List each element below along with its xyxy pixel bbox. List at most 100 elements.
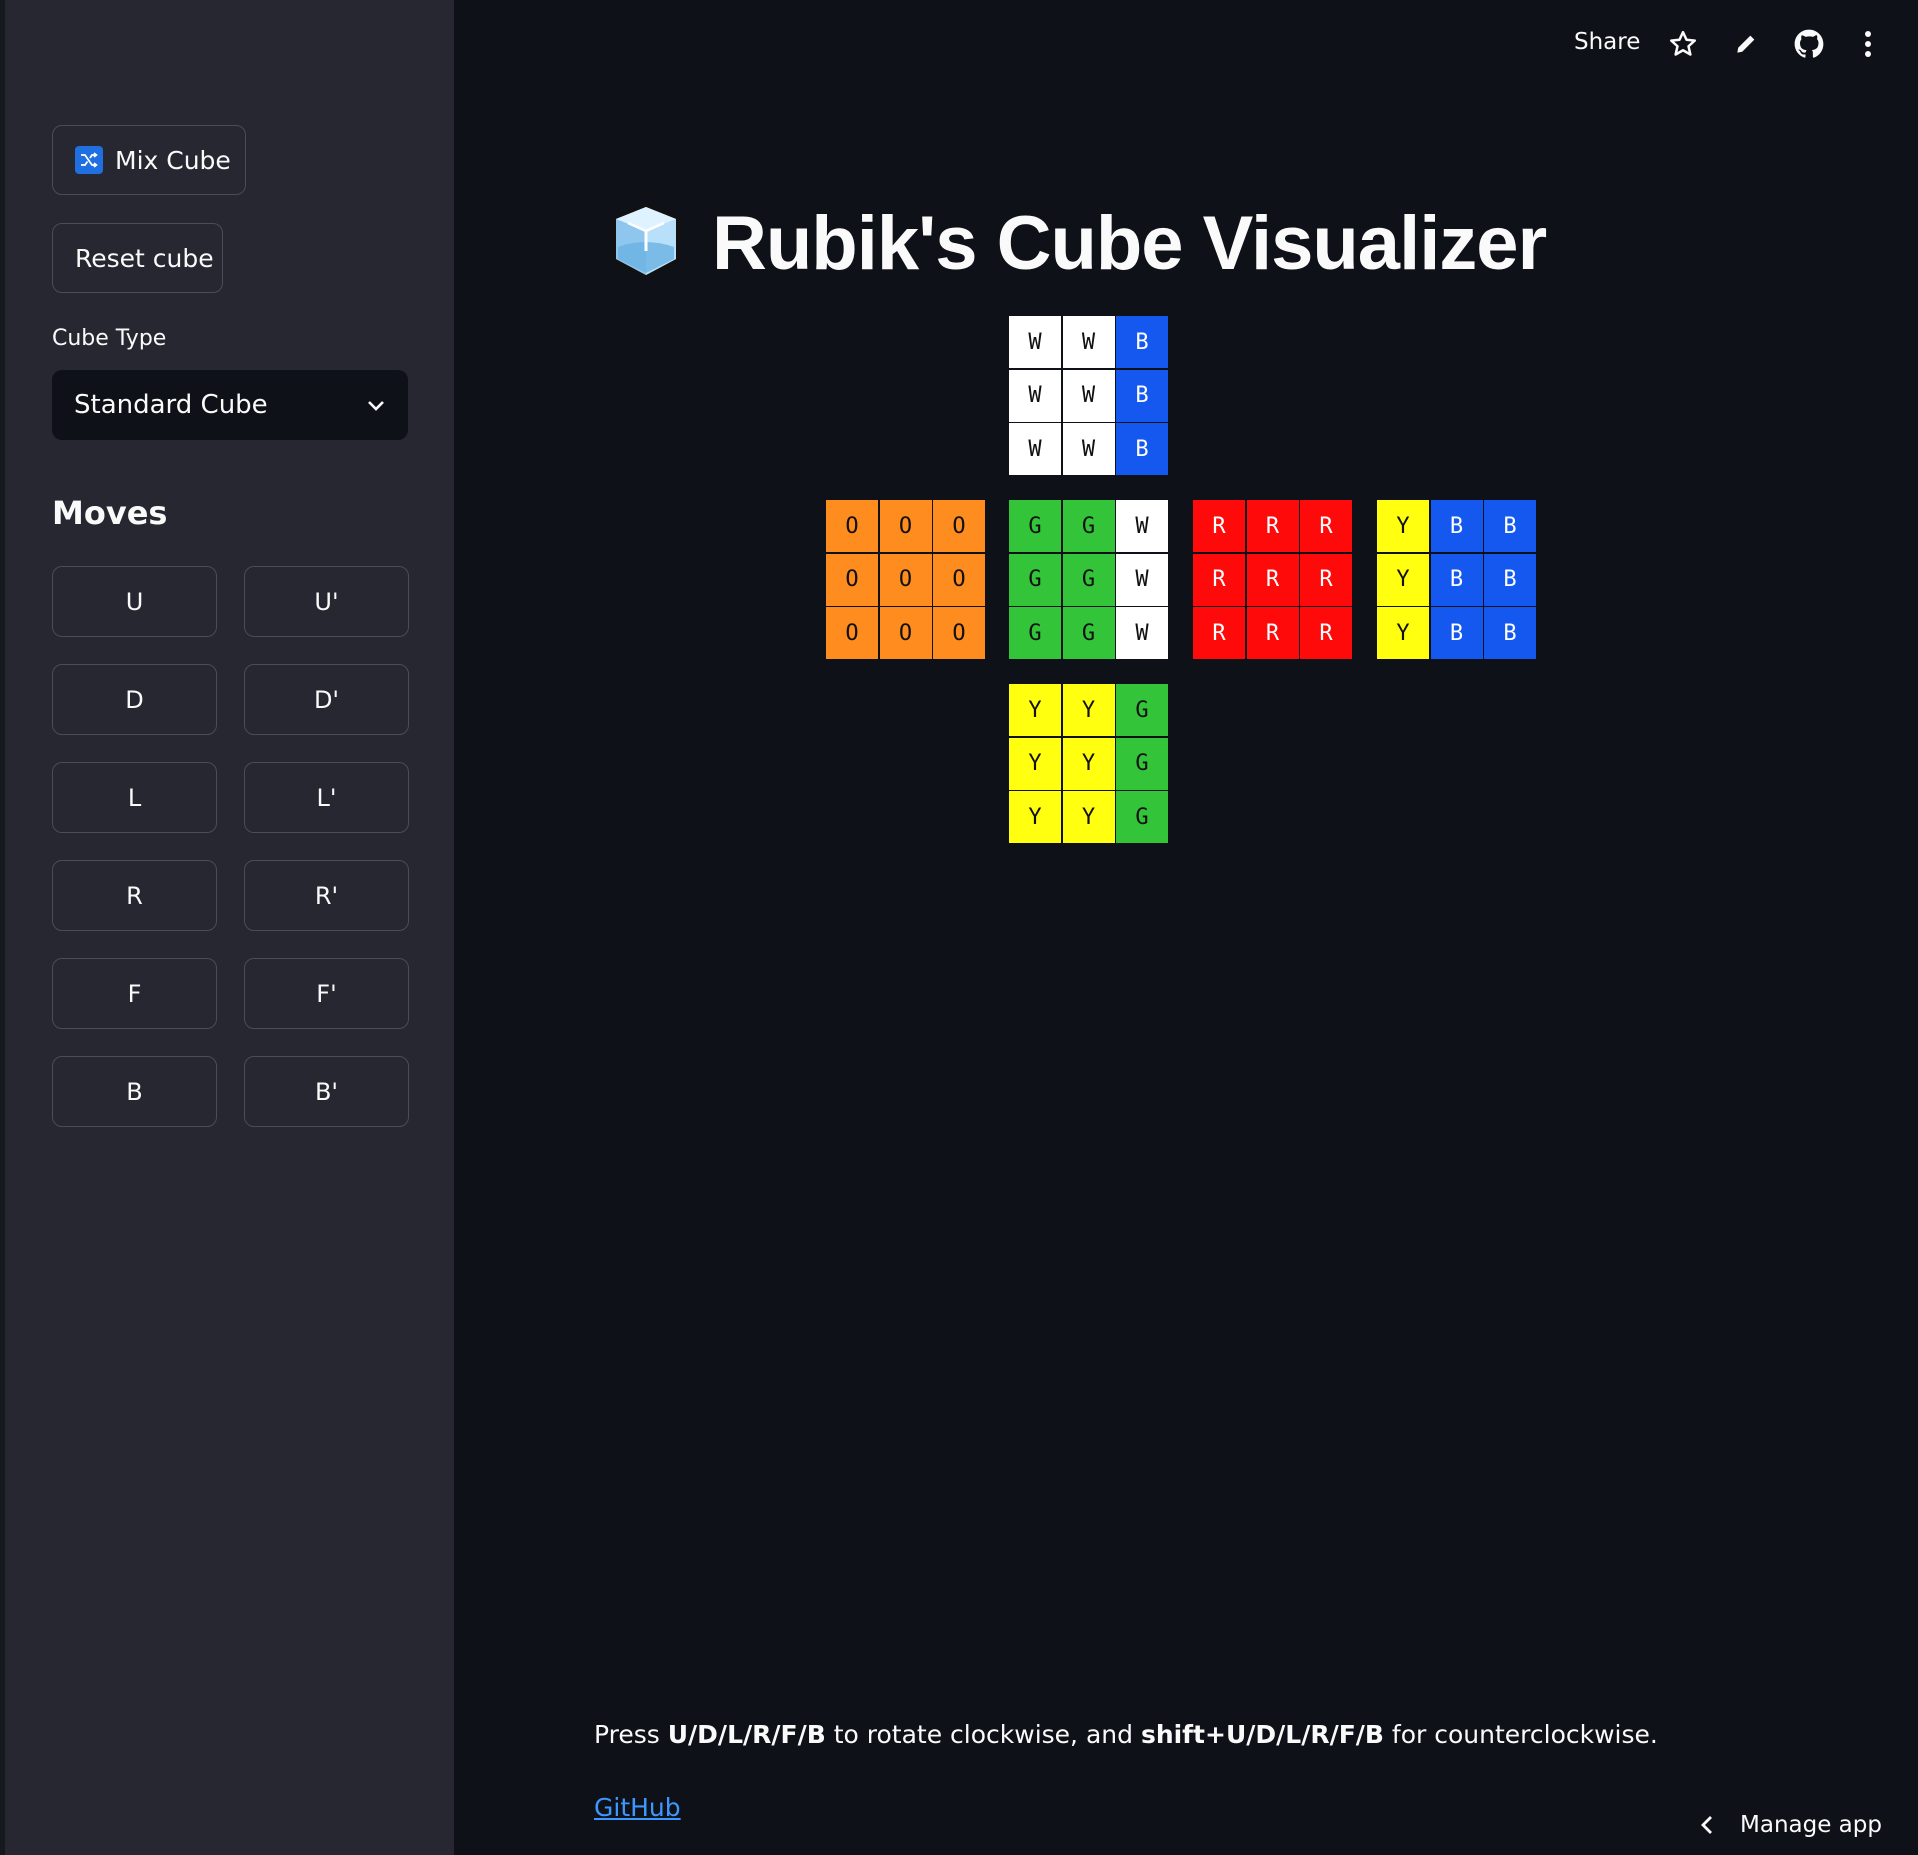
move-label: R: [126, 881, 143, 910]
chevron-down-icon: [366, 390, 386, 420]
instructions-keys-clockwise: U/D/L/R/F/B: [667, 1720, 826, 1749]
github-icon[interactable]: [1793, 28, 1825, 60]
cube-sticker: R: [1300, 553, 1352, 606]
cube-face-top: WWBWWBWWB: [1009, 316, 1168, 475]
app-root: Mix Cube Reset cube Cube Type Standard C…: [0, 0, 1918, 1855]
cube-sticker: Y: [1377, 553, 1429, 606]
instructions-keys-counterclockwise: shift+U/D/L/R/F/B: [1140, 1720, 1384, 1749]
cube-sticker: R: [1300, 500, 1352, 552]
reset-cube-label: Reset cube: [75, 243, 214, 273]
cube-sticker: G: [1062, 607, 1115, 659]
cube-sticker: B: [1116, 316, 1168, 368]
move-button-l[interactable]: L: [52, 762, 217, 833]
move-button-l-prime[interactable]: L': [244, 762, 409, 833]
move-button-u[interactable]: U: [52, 566, 217, 637]
move-button-b[interactable]: B: [52, 1056, 217, 1127]
cube-sticker: G: [1116, 684, 1168, 736]
cube-sticker: B: [1484, 607, 1536, 659]
instructions-part: Press: [594, 1720, 668, 1749]
cube-sticker: R: [1246, 607, 1299, 659]
move-button-r-prime[interactable]: R': [244, 860, 409, 931]
move-button-u-prime[interactable]: U': [244, 566, 409, 637]
cube-sticker: Y: [1009, 684, 1061, 736]
pencil-icon[interactable]: [1730, 28, 1762, 60]
cube-sticker: Y: [1009, 737, 1061, 790]
cube-sticker: Y: [1062, 684, 1115, 736]
cube-sticker: Y: [1377, 500, 1429, 552]
cube-sticker: W: [1062, 423, 1115, 475]
cube-sticker: O: [933, 500, 985, 552]
cube-sticker: W: [1116, 607, 1168, 659]
cube-face-bottom: YYGYYGYYG: [1009, 684, 1168, 843]
star-icon[interactable]: [1667, 28, 1699, 60]
move-label: L: [127, 783, 142, 812]
cube-sticker: W: [1062, 369, 1115, 422]
cube-sticker: R: [1193, 500, 1245, 552]
cube-sticker: W: [1116, 553, 1168, 606]
manage-app-button[interactable]: Manage app: [1700, 1812, 1882, 1838]
instructions-part: to rotate clockwise, and: [825, 1720, 1141, 1749]
cube-sticker: R: [1246, 500, 1299, 552]
move-label: D': [313, 685, 340, 714]
cube-sticker: G: [1116, 737, 1168, 790]
share-button[interactable]: Share: [1574, 29, 1640, 55]
move-button-d-prime[interactable]: D': [244, 664, 409, 735]
cube-sticker: B: [1116, 423, 1168, 475]
move-label: U: [125, 587, 144, 616]
moves-heading: Moves: [52, 494, 168, 532]
shuffle-icon: [75, 146, 103, 174]
move-label: R': [314, 881, 339, 910]
cube-sticker: B: [1484, 553, 1536, 606]
cube-sticker: G: [1062, 553, 1115, 606]
cube-sticker: G: [1116, 791, 1168, 843]
move-label: U': [314, 587, 339, 616]
instructions-text: Press U/D/L/R/F/B to rotate clockwise, a…: [594, 1720, 1658, 1749]
cube-type-label: Cube Type: [52, 326, 167, 351]
move-button-r[interactable]: R: [52, 860, 217, 931]
move-button-d[interactable]: D: [52, 664, 217, 735]
cube-sticker: B: [1484, 500, 1536, 552]
more-vertical-icon[interactable]: [1852, 28, 1884, 60]
cube-sticker: R: [1246, 553, 1299, 606]
cube-sticker: G: [1009, 500, 1061, 552]
mix-cube-label: Mix Cube: [115, 145, 231, 175]
cube-sticker: Y: [1377, 607, 1429, 659]
github-link[interactable]: GitHub: [594, 1793, 681, 1822]
cube-sticker: R: [1193, 607, 1245, 659]
cube-sticker: Y: [1062, 737, 1115, 790]
cube-sticker: O: [879, 553, 932, 606]
mix-cube-button[interactable]: Mix Cube: [52, 125, 246, 195]
cube-sticker: G: [1062, 500, 1115, 552]
move-button-b-prime[interactable]: B': [244, 1056, 409, 1127]
cube-type-selected-value: Standard Cube: [74, 390, 268, 420]
move-button-f[interactable]: F: [52, 958, 217, 1029]
move-label: F': [316, 979, 337, 1008]
move-label: B': [314, 1077, 339, 1106]
cube-sticker: W: [1062, 316, 1115, 368]
cube-sticker: O: [826, 553, 878, 606]
sidebar-edge: [0, 0, 5, 1855]
manage-app-label: Manage app: [1740, 1812, 1882, 1838]
move-button-f-prime[interactable]: F': [244, 958, 409, 1029]
instructions-part: for counterclockwise.: [1383, 1720, 1658, 1749]
chevron-left-icon: [1700, 1814, 1714, 1836]
cube-sticker: O: [826, 500, 878, 552]
cube-sticker: G: [1009, 607, 1061, 659]
cube-face-right: RRRRRRRRR: [1193, 500, 1352, 659]
cube-sticker: O: [933, 607, 985, 659]
cube-sticker: G: [1009, 553, 1061, 606]
reset-cube-button[interactable]: Reset cube: [52, 223, 223, 293]
cube-sticker: W: [1009, 423, 1061, 475]
cube-type-select[interactable]: Standard Cube: [52, 370, 408, 440]
cube-sticker: Y: [1009, 791, 1061, 843]
move-label: F: [127, 979, 142, 1008]
move-label: L': [316, 783, 337, 812]
cube-sticker: R: [1300, 607, 1352, 659]
cube-sticker: B: [1430, 553, 1483, 606]
cube-sticker: W: [1009, 369, 1061, 422]
cube-sticker: O: [933, 553, 985, 606]
ice-cube-icon: [604, 199, 688, 287]
cube-face-left: OOOOOOOOO: [826, 500, 985, 659]
cube-sticker: R: [1193, 553, 1245, 606]
move-label: D: [125, 685, 144, 714]
